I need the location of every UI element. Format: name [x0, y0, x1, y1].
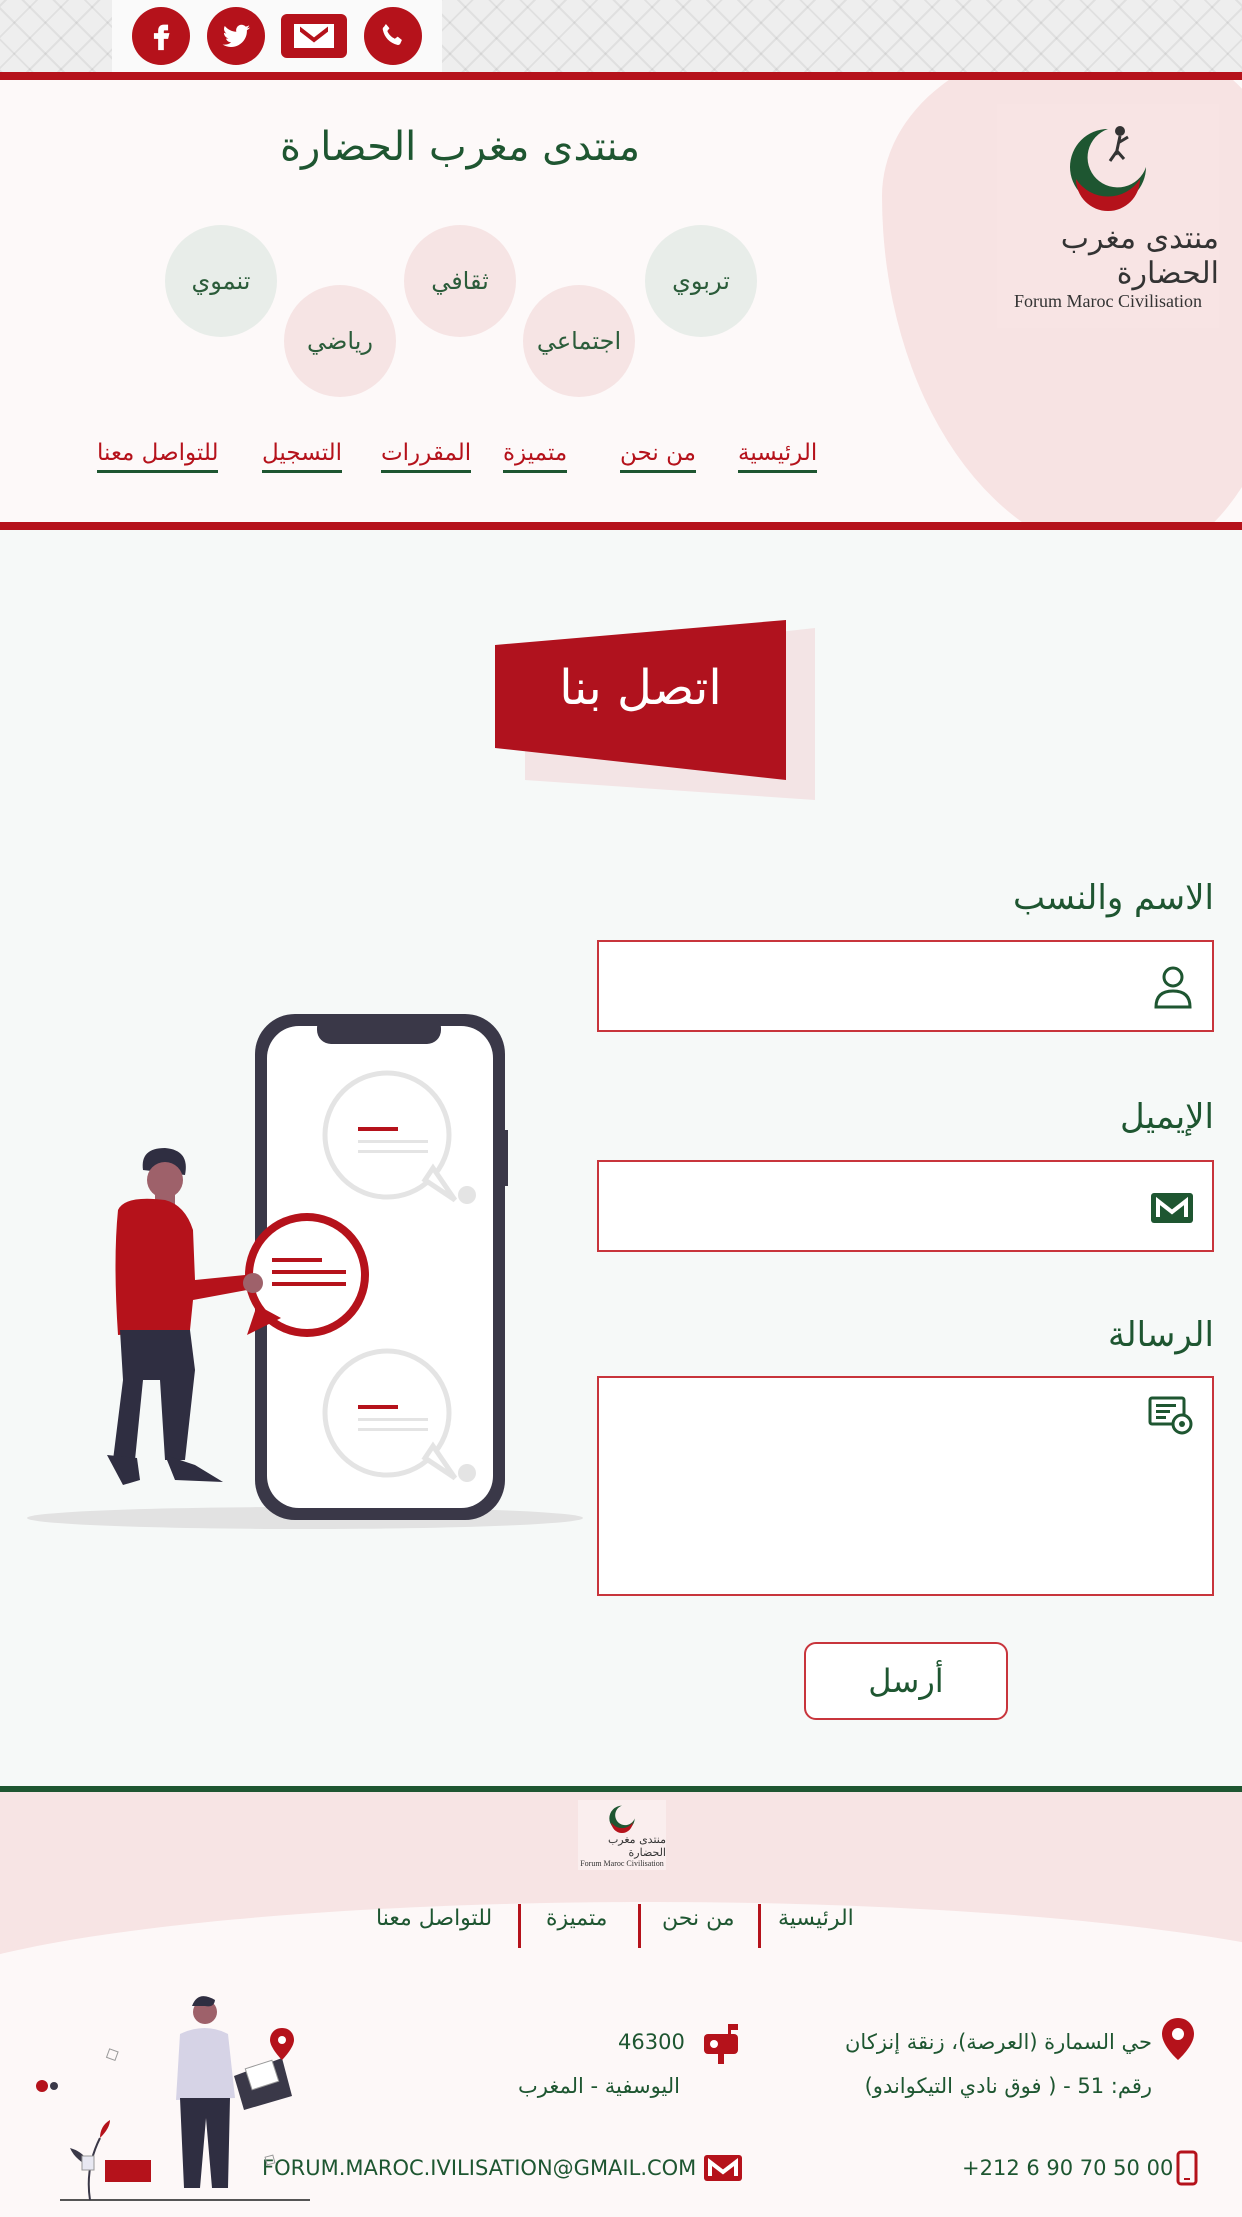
name-label: الاسم والنسب: [1013, 878, 1214, 918]
top-divider: [0, 72, 1242, 80]
phone-chat-illustration: [27, 1014, 583, 1529]
footer-nav-contact[interactable]: للتواصل معنا: [376, 1906, 492, 1931]
email-input[interactable]: [599, 1162, 1212, 1250]
message-textarea[interactable]: [599, 1378, 1212, 1594]
phone-icon: [1176, 2150, 1198, 2186]
email-label: الإيميل: [1120, 1097, 1214, 1137]
nav-home[interactable]: الرئيسية: [738, 440, 818, 473]
logo-latin-text: Forum Maroc Civilisation: [1014, 290, 1202, 311]
site-header: منتدى مغرب الحضارة Forum Maroc Civilisat…: [0, 80, 1242, 522]
footer-logo-arabic: منتدى مغرب الحضارة: [607, 1832, 666, 1859]
footer-nav-separator: [518, 1904, 521, 1948]
city: اليوسفية - المغرب: [517, 2074, 680, 2098]
name-input[interactable]: [599, 942, 1212, 1030]
nav-courses[interactable]: المقررات: [381, 440, 472, 473]
contact-banner: اتصل بنا: [495, 620, 815, 800]
facebook-icon[interactable]: [132, 7, 191, 65]
site-title: منتدى مغرب الحضارة: [279, 124, 641, 170]
message-label: الرسالة: [1107, 1315, 1214, 1355]
category-ijtimai[interactable]: اجتماعي: [523, 285, 635, 397]
footer-nav-separator: [638, 1904, 641, 1948]
mail-delivery-illustration: [36, 1996, 310, 2201]
twitter-icon[interactable]: [206, 7, 265, 65]
footer-nav-separator: [758, 1904, 761, 1948]
address-line-1: حي السمارة (العرصة)، زنقة إنزكان: [845, 2030, 1152, 2054]
nav-about[interactable]: من نحن: [620, 440, 696, 473]
main-nav: الرئيسية من نحن متميزة المقررات التسجيل …: [0, 440, 1242, 480]
category-riyadi[interactable]: رياضي: [284, 285, 396, 397]
name-field-box: [597, 940, 1214, 1032]
top-bar: [0, 0, 1242, 72]
address-line-2: رقم: 51 - ( فوق نادي التيكواندو): [864, 2074, 1152, 2098]
nav-register[interactable]: التسجيل: [262, 440, 343, 473]
footer-nav-home[interactable]: الرئيسية: [778, 1906, 854, 1931]
footer-logo[interactable]: منتدى مغرب الحضارة Forum Maroc Civilisat…: [578, 1800, 666, 1870]
nav-contact[interactable]: للتواصل معنا: [97, 440, 219, 473]
footer-nav-about[interactable]: من نحن: [662, 1906, 735, 1931]
user-icon: [1154, 966, 1192, 1009]
site-logo[interactable]: منتدى مغرب الحضارة Forum Maroc Civilisat…: [997, 104, 1219, 328]
social-links: [112, 0, 442, 72]
footer-nav-featured[interactable]: متميزة: [546, 1906, 607, 1931]
whatsapp-icon[interactable]: [363, 7, 422, 65]
postal-code: 46300: [618, 2030, 685, 2054]
mail-icon: [1151, 1193, 1193, 1223]
logo-arabic-text: منتدى مغرب الحضارة: [1060, 220, 1219, 291]
page: منتدى مغرب الحضارة Forum Maroc Civilisat…: [0, 0, 1242, 2217]
message-certificate-icon: [1148, 1396, 1193, 1435]
email-field-box: [597, 1160, 1214, 1252]
gmail-icon[interactable]: [281, 14, 348, 58]
phone-number[interactable]: +212 6 90 70 50 00: [962, 2156, 1173, 2180]
location-pin-icon: [1162, 2018, 1194, 2060]
site-footer: منتدى مغرب الحضارة Forum Maroc Civilisat…: [0, 1792, 1242, 2217]
message-field-box: [597, 1376, 1214, 1596]
send-button[interactable]: أرسل: [804, 1642, 1008, 1720]
banner-title: اتصل بنا: [559, 660, 722, 716]
category-thaqafi[interactable]: ثقافي: [404, 225, 516, 337]
footer-logo-latin: Forum Maroc Civilisation: [580, 1858, 664, 1868]
header-divider: [0, 522, 1242, 530]
footer-crescent-icon: [609, 1805, 635, 1833]
category-tanmawi[interactable]: تنموي: [165, 225, 277, 337]
footer-mail-icon: [704, 2155, 742, 2181]
mailbox-icon: [704, 2024, 738, 2064]
nav-featured[interactable]: متميزة: [503, 440, 568, 473]
crescent-logo-icon: [1070, 125, 1146, 211]
category-tarbawi[interactable]: تربوي: [645, 225, 757, 337]
